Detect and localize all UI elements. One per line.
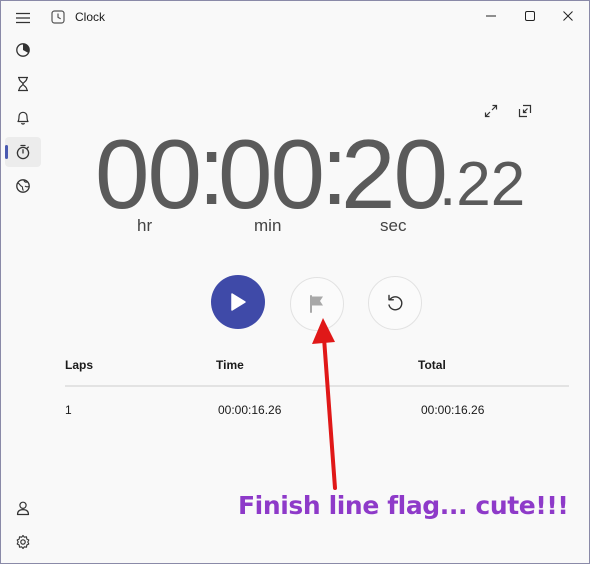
reset-button[interactable] xyxy=(368,276,422,330)
play-icon xyxy=(231,293,246,311)
menu-button[interactable] xyxy=(5,3,41,33)
gear-icon xyxy=(16,534,30,550)
total-column-header: Total xyxy=(418,358,446,372)
nav-world-clock[interactable] xyxy=(5,171,41,201)
stopwatch-page: 00 : 00 : 20 .22 hr min sec Laps Time To… xyxy=(45,33,589,563)
globe-icon xyxy=(16,179,30,193)
lap-total: 00:00:16.26 xyxy=(421,403,485,417)
minutes-digits: 00 xyxy=(218,119,325,229)
lap-time: 00:00:16.26 xyxy=(218,403,282,417)
picture-in-picture-icon xyxy=(518,104,532,118)
table-divider xyxy=(65,385,569,387)
maximize-icon xyxy=(525,11,535,21)
lap-button[interactable] xyxy=(290,277,344,331)
nav-alarm[interactable] xyxy=(5,103,41,133)
nav-settings[interactable] xyxy=(5,527,41,557)
sidebar xyxy=(1,1,45,563)
window-title: Clock xyxy=(75,10,106,24)
laps-column-header: Laps xyxy=(65,358,94,372)
clock-window: Clock 00: 00: 20 .22 hr min sec Laps T… xyxy=(0,0,590,564)
nav-account[interactable] xyxy=(5,493,41,523)
hourglass-icon xyxy=(18,76,28,92)
close-button[interactable] xyxy=(545,1,589,31)
title-bar: Clock xyxy=(1,1,589,33)
hours-unit-label: hr xyxy=(137,216,153,235)
nav-timer[interactable] xyxy=(5,69,41,99)
flag-icon xyxy=(310,295,323,313)
nav-focus-sessions[interactable] xyxy=(5,35,41,65)
annotation-caption: Finish line flag... cute!!! xyxy=(238,491,569,520)
start-button[interactable] xyxy=(211,275,265,329)
nav-stopwatch[interactable] xyxy=(5,137,41,167)
focus-icon xyxy=(16,43,30,57)
hours-digits: 00 xyxy=(95,119,202,229)
lap-number: 1 xyxy=(65,403,72,417)
active-indicator xyxy=(5,145,8,159)
seconds-unit-label: sec xyxy=(380,216,407,235)
minutes-unit-label: min xyxy=(254,216,282,235)
bell-icon xyxy=(17,111,29,125)
time-display: 00 : 00 : 20 .22 xyxy=(45,115,589,229)
close-icon xyxy=(563,11,573,21)
seconds-digits: 20 xyxy=(341,119,448,229)
person-icon xyxy=(16,501,30,516)
reset-icon xyxy=(388,294,403,311)
clock-app-icon xyxy=(51,10,65,24)
stopwatch-icon xyxy=(16,144,30,160)
time-column-header: Time xyxy=(216,358,244,372)
hundredths-digits: .22 xyxy=(439,150,526,219)
hamburger-icon xyxy=(16,12,30,24)
expand-icon xyxy=(484,104,498,118)
minimize-icon xyxy=(486,15,496,17)
